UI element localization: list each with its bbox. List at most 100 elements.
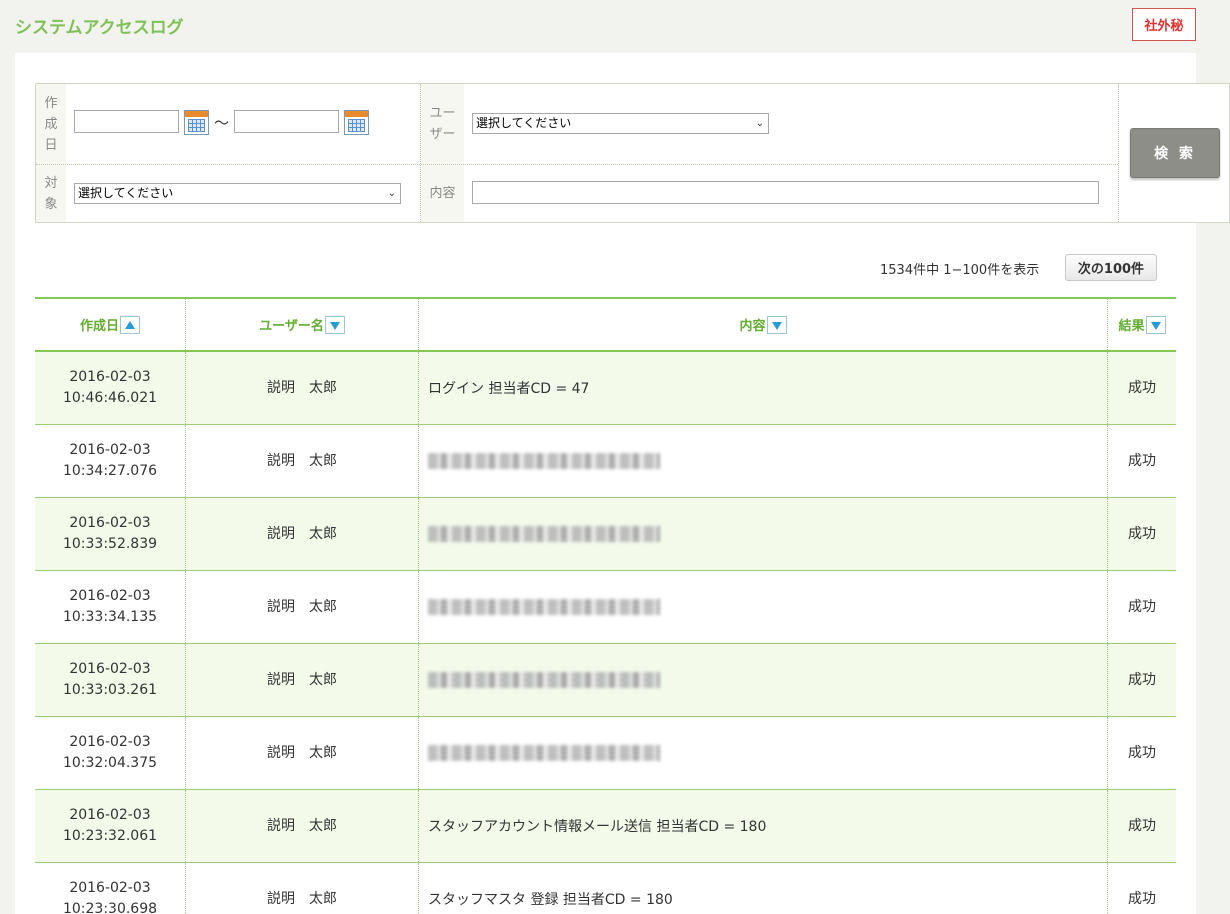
- cell-user: 説明 太郎: [267, 598, 337, 615]
- cell-content: [428, 717, 1098, 789]
- cell-content: [428, 498, 1098, 570]
- cell-content-text: ログイン 担当者CD = 47: [428, 381, 590, 397]
- page-title: システムアクセスログ: [15, 18, 184, 38]
- cell-result: 成功: [1128, 452, 1156, 469]
- header-result-label: 結果: [1118, 319, 1145, 334]
- search-button[interactable]: 検 索: [1130, 128, 1220, 178]
- cell-created: 2016-02-03 10:33:34.135: [35, 571, 185, 643]
- redacted-content: [428, 672, 660, 688]
- confidential-badge: 社外秘: [1132, 8, 1196, 41]
- cell-date: 2016-02-03: [69, 515, 151, 531]
- header-created[interactable]: 作成日: [35, 299, 185, 350]
- created-from-input[interactable]: [74, 110, 179, 133]
- sort-desc-icon[interactable]: [324, 315, 345, 334]
- redacted-content: [428, 453, 660, 469]
- sort-asc-icon[interactable]: [120, 315, 140, 334]
- next-page-button[interactable]: 次の100件: [1065, 254, 1157, 281]
- header-result[interactable]: 結果: [1108, 299, 1176, 350]
- cell-created: 2016-02-03 10:32:04.375: [35, 717, 185, 789]
- cell-content: [428, 425, 1098, 497]
- cell-user: 説明 太郎: [267, 671, 337, 688]
- form-separator: [1118, 84, 1119, 222]
- calendar-icon[interactable]: [184, 110, 209, 135]
- table-row: 2016-02-03 10:33:34.135 説明 太郎 成功: [35, 571, 1176, 644]
- cell-created: 2016-02-03 10:33:03.261: [35, 644, 185, 716]
- content-label: 内容: [421, 165, 464, 222]
- cell-result: 成功: [1128, 379, 1156, 396]
- cell-content: [428, 644, 1098, 716]
- redacted-content: [428, 599, 660, 615]
- user-select-value: 選択してください: [476, 116, 572, 130]
- cell-time: 10:33:52.839: [62, 536, 158, 552]
- redacted-content: [428, 745, 660, 761]
- table-body: 2016-02-03 10:46:46.021 説明 太郎 ログイン 担当者CD = …: [35, 352, 1176, 914]
- cell-date: 2016-02-03: [69, 369, 151, 385]
- cell-time: 10:33:03.261: [62, 682, 158, 698]
- cell-user: 説明 太郎: [267, 379, 337, 396]
- cell-time: 10:23:32.061: [62, 828, 158, 844]
- cell-created: 2016-02-03 10:46:46.021: [35, 352, 185, 424]
- table-row: 2016-02-03 10:46:46.021 説明 太郎 ログイン 担当者CD = …: [35, 352, 1176, 425]
- table-row: 2016-02-03 10:34:27.076 説明 太郎 成功: [35, 425, 1176, 498]
- cell-user: 説明 太郎: [267, 452, 337, 469]
- table-row: 2016-02-03 10:23:32.061 説明 太郎 スタッフアカウント情報メー…: [35, 790, 1176, 863]
- created-date-label: 作 成 日: [36, 84, 66, 164]
- cell-result: 成功: [1128, 525, 1156, 542]
- redacted-content: [428, 526, 660, 542]
- cell-content: スタッフアカウント情報メール送信 担当者CD = 180: [428, 790, 1098, 862]
- range-separator: ～: [214, 114, 230, 132]
- paging-summary: 1534件中 1−100件を表示: [880, 263, 1040, 278]
- cell-date: 2016-02-03: [69, 880, 151, 896]
- access-log-table: 作成日 ユーザー名 内容 結果 2016-02-03 10:46:46.021 説明…: [35, 297, 1176, 914]
- cell-user: 説明 太郎: [267, 744, 337, 761]
- table-row: 2016-02-03 10:23:30.698 説明 太郎 スタッフマスタ 登録 担当…: [35, 863, 1176, 914]
- cell-content-text: スタッフアカウント情報メール送信 担当者CD = 180: [428, 819, 767, 835]
- cell-date: 2016-02-03: [69, 442, 151, 458]
- target-select[interactable]: 選択してください ⌄: [74, 183, 401, 204]
- content-input[interactable]: [472, 181, 1099, 204]
- cell-time: 10:23:30.698: [62, 901, 158, 914]
- cell-time: 10:34:27.076: [62, 463, 158, 479]
- user-label: ユー ザー: [421, 84, 464, 164]
- sort-desc-icon[interactable]: [766, 315, 787, 334]
- header-content-label: 内容: [739, 319, 766, 334]
- cell-time: 10:32:04.375: [62, 755, 158, 771]
- calendar-icon[interactable]: [344, 110, 369, 135]
- cell-date: 2016-02-03: [69, 807, 151, 823]
- target-select-value: 選択してください: [78, 186, 174, 200]
- cell-result: 成功: [1128, 890, 1156, 907]
- cell-date: 2016-02-03: [69, 734, 151, 750]
- cell-created: 2016-02-03 10:23:32.061: [35, 790, 185, 862]
- cell-time: 10:46:46.021: [62, 390, 158, 406]
- cell-user: 説明 太郎: [267, 817, 337, 834]
- sort-desc-icon[interactable]: [1145, 315, 1166, 334]
- cell-created: 2016-02-03 10:34:27.076: [35, 425, 185, 497]
- header-content[interactable]: 内容: [419, 299, 1107, 350]
- cell-date: 2016-02-03: [69, 588, 151, 604]
- chevron-down-icon: ⌄: [755, 118, 764, 129]
- cell-content: ログイン 担当者CD = 47: [428, 352, 1098, 424]
- target-label: 対 象: [36, 165, 66, 222]
- cell-content: スタッフマスタ 登録 担当者CD = 180: [428, 863, 1098, 914]
- table-header: 作成日 ユーザー名 内容 結果: [35, 297, 1176, 352]
- table-row: 2016-02-03 10:32:04.375 説明 太郎 成功: [35, 717, 1176, 790]
- cell-result: 成功: [1128, 598, 1156, 615]
- cell-user: 説明 太郎: [267, 890, 337, 907]
- cell-content: [428, 571, 1098, 643]
- cell-content-text: スタッフマスタ 登録 担当者CD = 180: [428, 892, 673, 908]
- header-created-label: 作成日: [79, 319, 119, 334]
- created-to-input[interactable]: [234, 110, 339, 133]
- cell-result: 成功: [1128, 671, 1156, 688]
- header-user-label: ユーザー名: [259, 319, 324, 334]
- cell-created: 2016-02-03 10:23:30.698: [35, 863, 185, 914]
- cell-user: 説明 太郎: [267, 525, 337, 542]
- cell-time: 10:33:34.135: [62, 609, 158, 625]
- cell-created: 2016-02-03 10:33:52.839: [35, 498, 185, 570]
- table-row: 2016-02-03 10:33:52.839 説明 太郎 成功: [35, 498, 1176, 571]
- user-select[interactable]: 選択してください ⌄: [472, 113, 769, 134]
- form-separator: [36, 164, 1118, 165]
- table-row: 2016-02-03 10:33:03.261 説明 太郎 成功: [35, 644, 1176, 717]
- header-user[interactable]: ユーザー名: [186, 299, 418, 350]
- chevron-down-icon: ⌄: [387, 188, 396, 199]
- cell-result: 成功: [1128, 817, 1156, 834]
